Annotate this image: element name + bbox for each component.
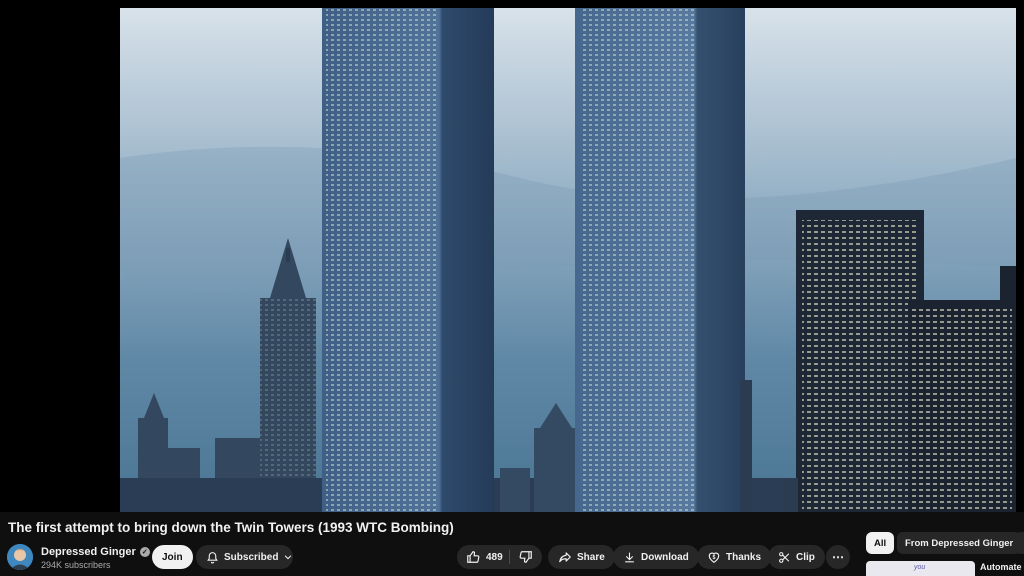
bell-icon: [207, 551, 218, 563]
chip-all-label: All: [874, 537, 887, 549]
video-title: The first attempt to bring down the Twin…: [8, 520, 454, 535]
avatar-icon: [7, 544, 33, 570]
thumbs-up-icon: [467, 551, 480, 563]
thanks-button[interactable]: $ Thanks: [697, 545, 772, 569]
join-button[interactable]: Join: [152, 545, 193, 569]
like-count: 489: [486, 551, 503, 563]
svg-text:$: $: [713, 555, 716, 561]
chip-all[interactable]: All: [866, 532, 895, 554]
thumbs-down-icon: [519, 551, 532, 563]
join-label: Join: [162, 551, 183, 563]
recommended-thumbnail[interactable]: you: [866, 561, 975, 576]
channel-avatar[interactable]: [7, 544, 33, 570]
subscribed-label: Subscribed: [224, 551, 279, 563]
thumbnail-text: you: [914, 564, 926, 571]
scissors-icon: [779, 551, 790, 563]
video-frame[interactable]: [120, 8, 1016, 512]
dislike-button[interactable]: [510, 545, 542, 569]
more-icon: ⋯: [832, 550, 844, 564]
channel-name[interactable]: Depressed Ginger ✓: [41, 546, 150, 558]
more-actions-button[interactable]: ⋯: [826, 545, 850, 569]
download-label: Download: [641, 551, 689, 563]
video-player[interactable]: [0, 0, 1024, 512]
recommended-title[interactable]: Automate: [980, 562, 1024, 572]
check-circle-icon: ✓: [139, 547, 150, 557]
chip-channel-label: From Depressed Ginger: [905, 537, 1014, 549]
like-dislike-group: 489: [457, 545, 542, 569]
download-icon: [625, 552, 634, 562]
thanks-label: Thanks: [726, 551, 762, 563]
share-label: Share: [577, 551, 605, 563]
share-button[interactable]: Share: [548, 545, 615, 569]
clip-button[interactable]: Clip: [768, 545, 825, 569]
chip-from-channel[interactable]: From Depressed Ginger: [897, 532, 1022, 554]
clip-label: Clip: [796, 551, 815, 563]
subscriber-count: 294K subscribers: [41, 560, 111, 570]
subscribed-button[interactable]: Subscribed: [196, 545, 293, 569]
channel-name-text[interactable]: Depressed Ginger: [41, 546, 136, 558]
chip-next-partial[interactable]: [1015, 532, 1024, 554]
chevron-down-icon: [285, 555, 292, 560]
super-thanks-icon: $: [708, 552, 720, 563]
share-icon: [559, 552, 571, 563]
twin-towers-image: [120, 8, 1016, 512]
like-button[interactable]: 489: [457, 545, 509, 569]
download-button[interactable]: Download: [613, 545, 699, 569]
